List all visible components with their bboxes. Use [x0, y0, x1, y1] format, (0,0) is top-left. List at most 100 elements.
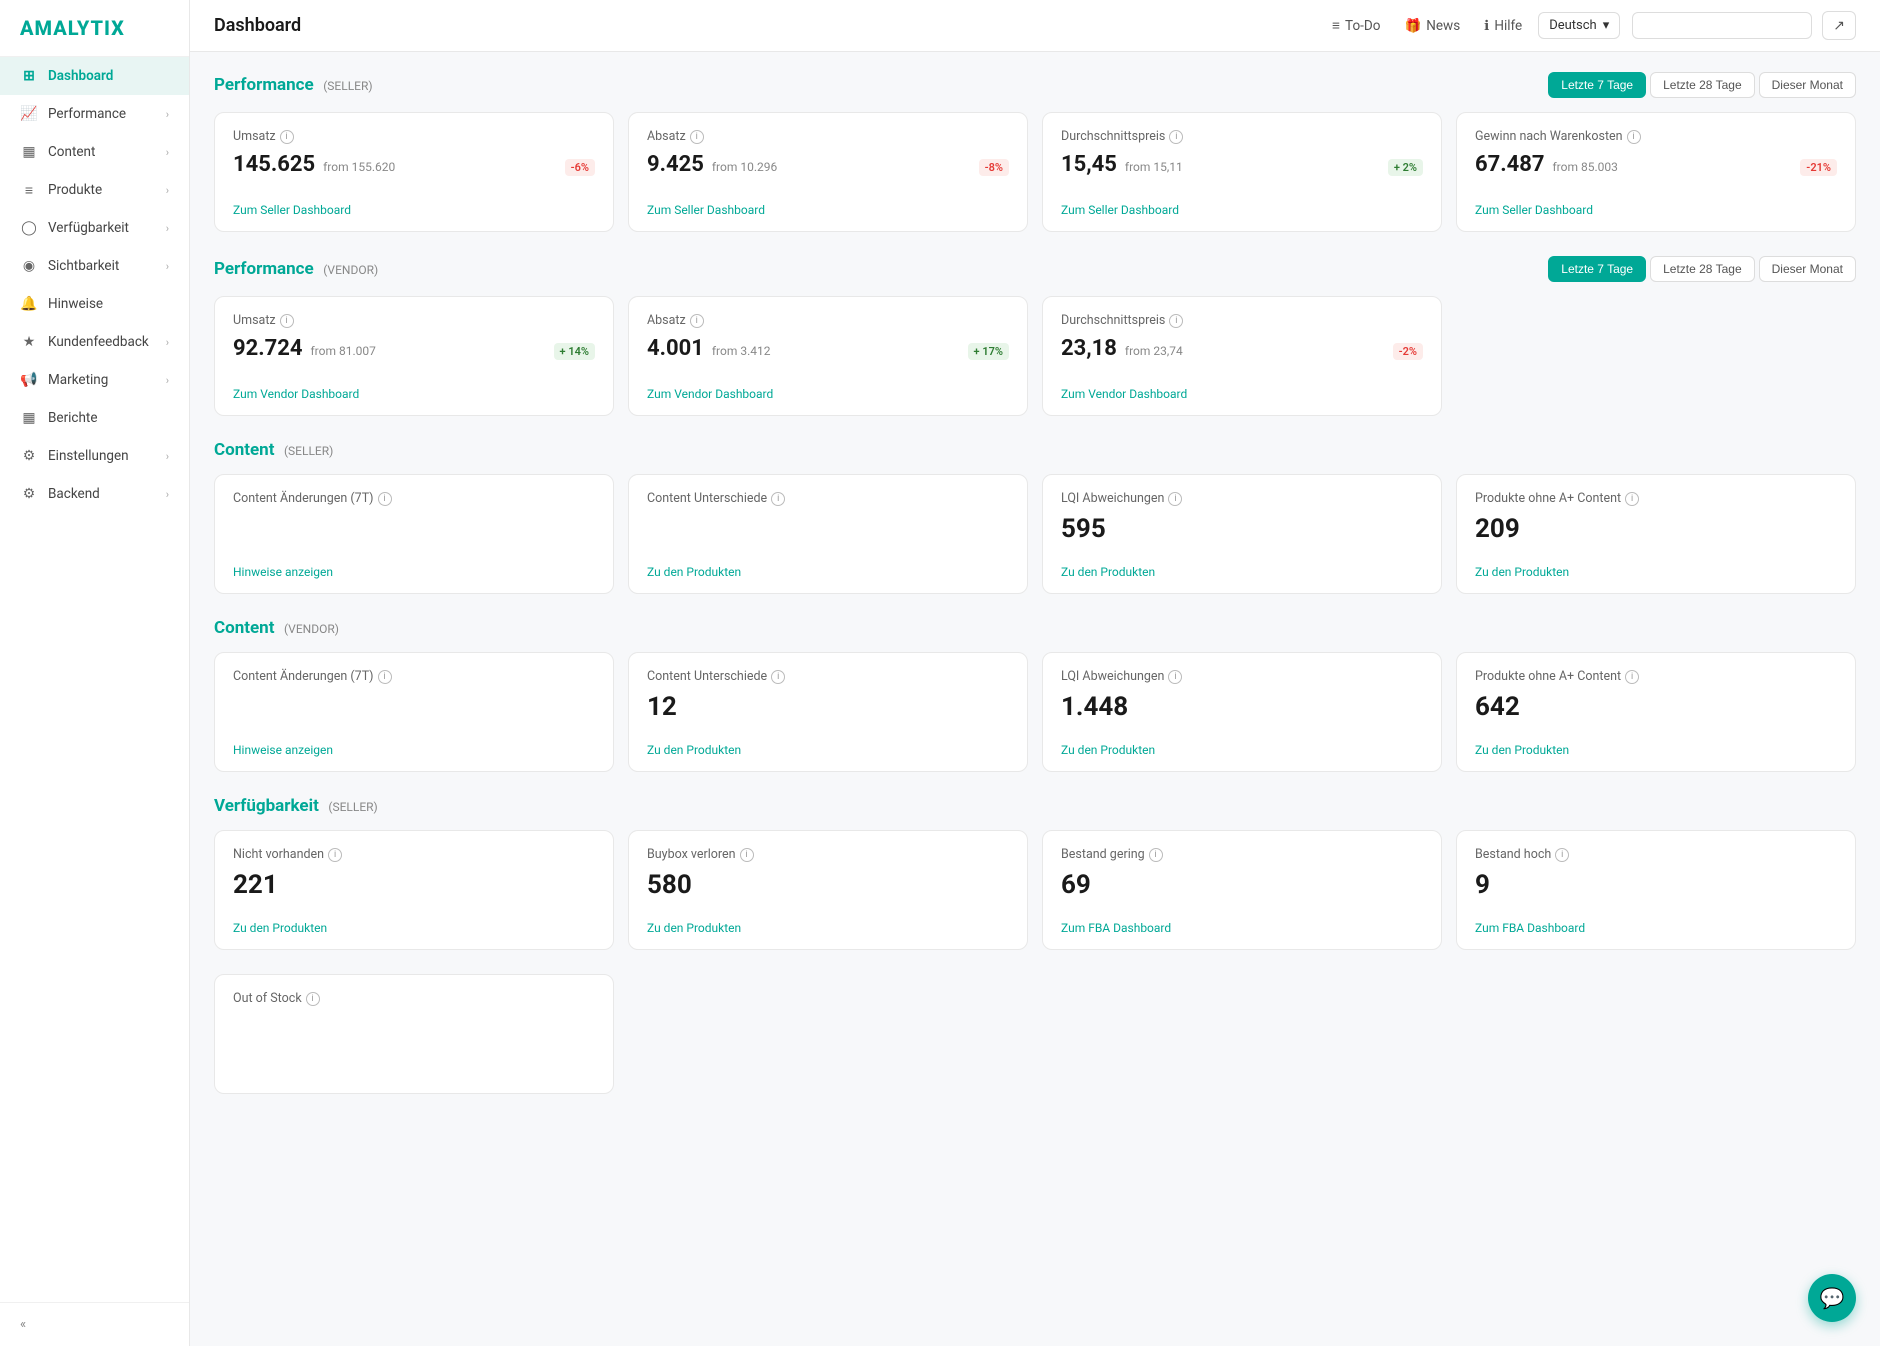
- export-button[interactable]: ↗: [1822, 11, 1856, 40]
- sidebar-item-content[interactable]: ▦ Content ›: [0, 133, 189, 171]
- card-from-1: from 3.412: [712, 344, 771, 358]
- content-icon: ▦: [20, 143, 38, 161]
- card-value-0: 92.724: [233, 336, 303, 361]
- card-link-1[interactable]: Zu den Produkten: [647, 743, 1009, 757]
- card-link-0[interactable]: Zum Vendor Dashboard: [233, 387, 595, 401]
- card-link-2[interactable]: Zum Vendor Dashboard: [1061, 387, 1423, 401]
- card-value-2: 595: [1061, 514, 1423, 544]
- chat-icon: 💬: [1820, 1286, 1845, 1310]
- page-title: Dashboard: [214, 15, 1332, 36]
- card-link-2[interactable]: Zu den Produkten: [1061, 743, 1423, 757]
- card-link-1[interactable]: Zum Seller Dashboard: [647, 203, 1009, 217]
- card-info-icon-2[interactable]: i: [1168, 670, 1182, 684]
- card-info-icon-2[interactable]: i: [1149, 848, 1163, 862]
- card-link-1[interactable]: Zu den Produkten: [647, 565, 1009, 579]
- card-link-3[interactable]: Zu den Produkten: [1475, 743, 1837, 757]
- out-of-stock-label: Out of Stock i: [233, 991, 595, 1006]
- card-label-1: Content Unterschiede i: [647, 669, 1009, 684]
- card-info-icon-1[interactable]: i: [740, 848, 754, 862]
- time-btn-2[interactable]: Dieser Monat: [1759, 72, 1856, 98]
- card-info-icon-3[interactable]: i: [1627, 130, 1641, 144]
- card-link-0[interactable]: Hinweise anzeigen: [233, 565, 595, 579]
- card-link-0[interactable]: Zum Seller Dashboard: [233, 203, 595, 217]
- topbar-nav-news[interactable]: 🎁 News: [1404, 18, 1460, 34]
- time-btn-0[interactable]: Letzte 7 Tage: [1548, 72, 1646, 98]
- card-label-1: Buybox verloren i: [647, 847, 1009, 862]
- time-btn-1[interactable]: Letzte 28 Tage: [1650, 256, 1755, 282]
- card-2: LQI Abweichungen i 1.448 Zu den Produkte…: [1042, 652, 1442, 772]
- sichtbarkeit-icon: ◉: [20, 257, 38, 275]
- sidebar-item-dashboard[interactable]: ⊞ Dashboard: [0, 57, 189, 95]
- card-link-1[interactable]: Zum Vendor Dashboard: [647, 387, 1009, 401]
- time-btn-0[interactable]: Letzte 7 Tage: [1548, 256, 1646, 282]
- card-link-3[interactable]: Zum FBA Dashboard: [1475, 921, 1837, 935]
- card-1: Absatz i 4.001 from 3.412 + 17% Zum Vend…: [628, 296, 1028, 416]
- card-info-icon-1[interactable]: i: [771, 492, 785, 506]
- sidebar-item-performance[interactable]: 📈 Performance ›: [0, 95, 189, 133]
- sidebar-item-backend[interactable]: ⚙ Backend ›: [0, 475, 189, 513]
- card-value-3: 209: [1475, 514, 1837, 544]
- card-info-icon-1[interactable]: i: [771, 670, 785, 684]
- performance-seller-cards: Umsatz i 145.625 from 155.620 -6% Zum Se…: [214, 112, 1856, 232]
- sidebar-item-sichtbarkeit[interactable]: ◉ Sichtbarkeit ›: [0, 247, 189, 285]
- search-input[interactable]: [1632, 12, 1812, 39]
- card-info-icon-3[interactable]: i: [1625, 492, 1639, 506]
- sidebar-item-produkte[interactable]: ≡ Produkte ›: [0, 171, 189, 209]
- verfugbarkeit-seller-header: Verfügbarkeit (SELLER): [214, 796, 1856, 816]
- sidebar-item-marketing[interactable]: 📢 Marketing ›: [0, 361, 189, 399]
- card-link-1[interactable]: Zu den Produkten: [647, 921, 1009, 935]
- logo: AMALYTIX: [0, 0, 189, 57]
- performance-icon: 📈: [20, 105, 38, 123]
- card-label-2: LQI Abweichungen i: [1061, 669, 1423, 684]
- card-info-icon-0[interactable]: i: [378, 492, 392, 506]
- time-btn-1[interactable]: Letzte 28 Tage: [1650, 72, 1755, 98]
- topbar: Dashboard ≡ To-Do 🎁 News ℹ Hilfe Deutsch…: [190, 0, 1880, 52]
- sidebar-label-marketing: Marketing: [48, 372, 108, 388]
- card-info-icon-3[interactable]: i: [1555, 848, 1569, 862]
- card-link-3[interactable]: Zu den Produkten: [1475, 565, 1837, 579]
- card-info-icon-2[interactable]: i: [1169, 130, 1183, 144]
- card-info-icon-2[interactable]: i: [1169, 314, 1183, 328]
- card-link-2[interactable]: Zum FBA Dashboard: [1061, 921, 1423, 935]
- content-seller-cards: Content Änderungen (7T) i Hinweise anzei…: [214, 474, 1856, 594]
- sidebar-item-berichte[interactable]: ▦ Berichte: [0, 399, 189, 437]
- card-info-icon-0[interactable]: i: [280, 314, 294, 328]
- card-from-0: from 155.620: [323, 160, 395, 174]
- card-info-icon-1[interactable]: i: [690, 314, 704, 328]
- card-info-icon-0[interactable]: i: [378, 670, 392, 684]
- card-info-icon-0[interactable]: i: [280, 130, 294, 144]
- sidebar-item-hinweise[interactable]: 🔔 Hinweise: [0, 285, 189, 323]
- chat-fab-button[interactable]: 💬: [1808, 1274, 1856, 1322]
- sidebar-label-hinweise: Hinweise: [48, 296, 103, 312]
- card-badge-1: -8%: [979, 159, 1009, 176]
- einstellungen-icon: ⚙: [20, 447, 38, 465]
- card-link-3[interactable]: Zum Seller Dashboard: [1475, 203, 1837, 217]
- card-link-2[interactable]: Zum Seller Dashboard: [1061, 203, 1423, 217]
- sidebar-collapse-button[interactable]: «: [0, 1302, 189, 1346]
- card-link-0[interactable]: Zu den Produkten: [233, 921, 595, 935]
- language-selector[interactable]: Deutsch ▾: [1538, 12, 1620, 39]
- hilfe-icon: ℹ: [1484, 18, 1489, 34]
- sidebar-item-einstellungen[interactable]: ⚙ Einstellungen ›: [0, 437, 189, 475]
- sidebar-item-verfugbarkeit[interactable]: ◯ Verfügbarkeit ›: [0, 209, 189, 247]
- card-info-icon-1[interactable]: i: [690, 130, 704, 144]
- card-link-2[interactable]: Zu den Produkten: [1061, 565, 1423, 579]
- card-info-icon-0[interactable]: i: [328, 848, 342, 862]
- sidebar-label-dashboard: Dashboard: [48, 68, 113, 84]
- chevron-icon-sichtbarkeit: ›: [166, 260, 169, 273]
- topbar-nav-todo[interactable]: ≡ To-Do: [1332, 18, 1380, 34]
- topbar-nav-hilfe[interactable]: ℹ Hilfe: [1484, 18, 1522, 34]
- sidebar-label-verfugbarkeit: Verfügbarkeit: [48, 220, 129, 236]
- card-info-icon-2[interactable]: i: [1168, 492, 1182, 506]
- sidebar-item-kundenfeedback[interactable]: ★ Kundenfeedback ›: [0, 323, 189, 361]
- card-label-1: Absatz i: [647, 129, 1009, 144]
- out-of-stock-info-icon[interactable]: i: [306, 992, 320, 1006]
- card-link-0[interactable]: Hinweise anzeigen: [233, 743, 595, 757]
- card-info-icon-3[interactable]: i: [1625, 670, 1639, 684]
- news-icon: 🎁: [1404, 18, 1421, 34]
- news-label: News: [1426, 18, 1460, 34]
- verfugbarkeit-seller-cards: Nicht vorhanden i 221 Zu den Produkten B…: [214, 830, 1856, 950]
- time-btn-2[interactable]: Dieser Monat: [1759, 256, 1856, 282]
- sidebar-label-berichte: Berichte: [48, 410, 98, 426]
- card-value-1: 4.001: [647, 336, 704, 361]
